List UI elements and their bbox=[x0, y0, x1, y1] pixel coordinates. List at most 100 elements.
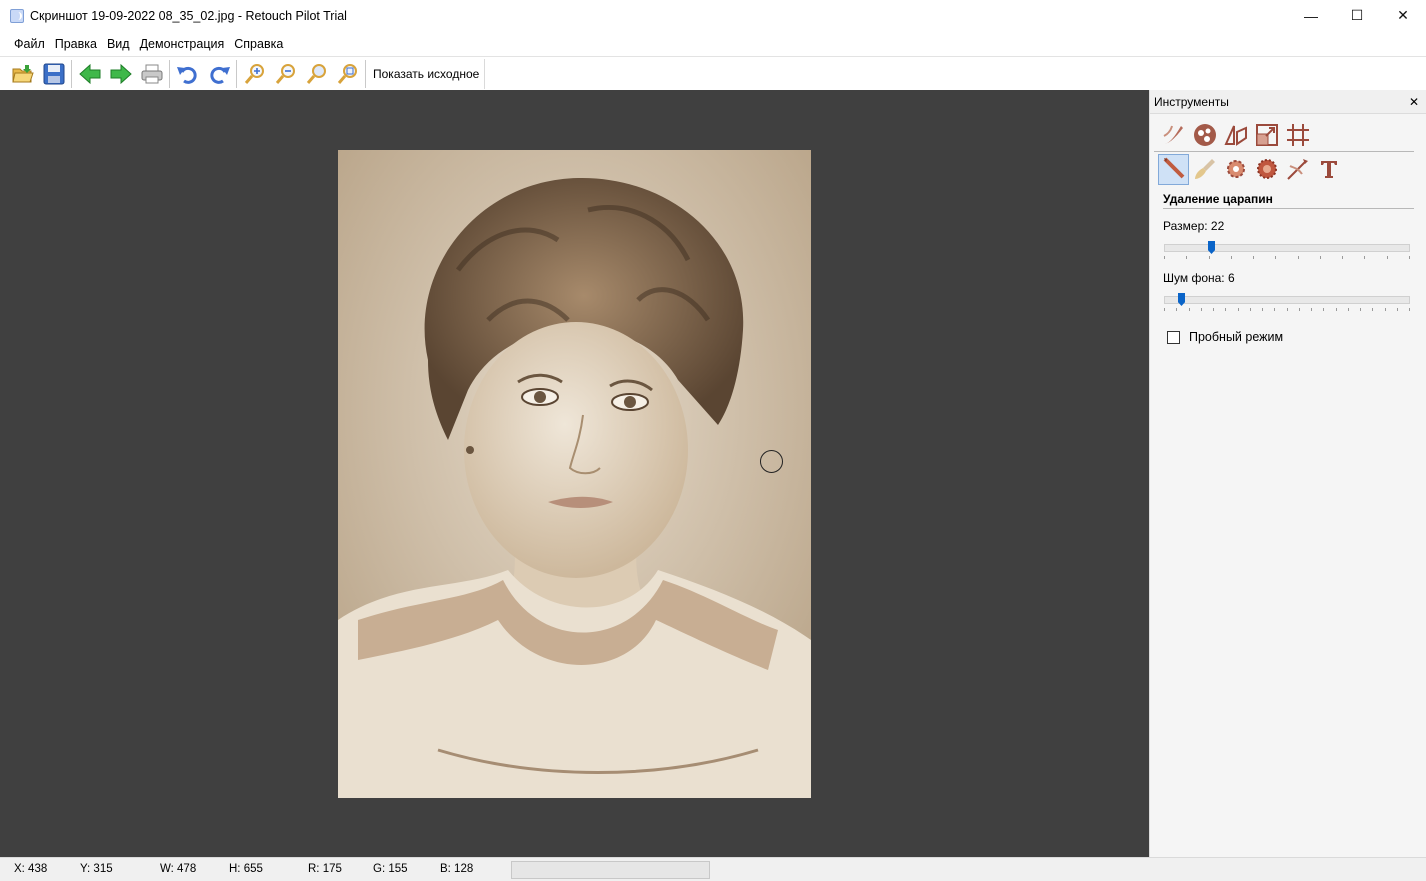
status-width: W: 478 bbox=[160, 863, 197, 875]
noise-slider-thumb[interactable] bbox=[1178, 293, 1185, 306]
tick bbox=[1347, 308, 1349, 311]
zoom-in-icon[interactable] bbox=[239, 59, 270, 89]
tick bbox=[1298, 308, 1300, 311]
open-folder-icon[interactable] bbox=[7, 59, 38, 89]
menu-file[interactable]: Файл bbox=[9, 37, 50, 51]
tick bbox=[1274, 308, 1276, 311]
toolbar: Показать исходное bbox=[0, 56, 1426, 90]
undo-icon[interactable] bbox=[172, 59, 203, 89]
scratch-removal-icon[interactable] bbox=[1158, 153, 1189, 185]
minimize-button[interactable]: — bbox=[1288, 0, 1334, 31]
tick bbox=[1409, 308, 1410, 311]
menu-edit[interactable]: Правка bbox=[50, 37, 102, 51]
tick bbox=[1237, 308, 1239, 311]
tick bbox=[1342, 256, 1344, 259]
tick bbox=[1372, 308, 1374, 311]
tick bbox=[1213, 308, 1214, 311]
tick bbox=[1249, 308, 1251, 311]
tools-panel-title: Инструменты bbox=[1154, 94, 1229, 109]
toolbar-separator bbox=[365, 59, 366, 88]
tick bbox=[1396, 308, 1398, 311]
tick bbox=[1208, 256, 1210, 259]
redo-icon[interactable] bbox=[203, 59, 234, 89]
toolbar-separator bbox=[236, 59, 237, 88]
photo[interactable] bbox=[338, 150, 811, 798]
forward-arrow-icon[interactable] bbox=[105, 59, 136, 89]
image-canvas[interactable] bbox=[0, 90, 1149, 857]
tick bbox=[1364, 256, 1366, 259]
menu-demo[interactable]: Демонстрация bbox=[135, 37, 230, 51]
status-height: H: 655 bbox=[229, 863, 263, 875]
size-slider-track bbox=[1164, 244, 1410, 252]
retouch-brush-icon[interactable] bbox=[1158, 119, 1189, 150]
status-x: X: 438 bbox=[14, 863, 48, 875]
tick bbox=[1408, 256, 1410, 259]
maximize-button[interactable]: ☐ bbox=[1334, 0, 1380, 31]
defect-fix-icon[interactable] bbox=[1220, 154, 1251, 185]
retouch-pilot-window: Скриншот 19-09-2022 08_35_02.jpg - Retou… bbox=[0, 0, 1426, 881]
menu-view[interactable]: Вид bbox=[102, 37, 135, 51]
tick bbox=[1323, 308, 1325, 311]
tick bbox=[1176, 308, 1178, 311]
menu-bar: Файл Правка Вид Демонстрация Справка bbox=[0, 31, 1426, 56]
status-green: G: 155 bbox=[373, 863, 408, 875]
noise-label: Шум фона: 6 bbox=[1163, 271, 1235, 285]
print-icon[interactable] bbox=[136, 59, 167, 89]
tick bbox=[1230, 256, 1232, 259]
crop-grid-icon[interactable] bbox=[1282, 119, 1313, 150]
brush-cursor bbox=[760, 450, 783, 473]
active-tool-title: Удаление царапин bbox=[1163, 192, 1414, 209]
tick bbox=[1311, 308, 1312, 311]
noise-slider[interactable] bbox=[1164, 291, 1410, 313]
stamp-icon[interactable] bbox=[1251, 154, 1282, 185]
trial-mode-row[interactable]: Пробный режим bbox=[1167, 330, 1426, 344]
tick bbox=[1275, 256, 1277, 259]
tool-row bbox=[1150, 152, 1426, 186]
noise-slider-track bbox=[1164, 296, 1410, 304]
tick bbox=[1384, 308, 1386, 311]
tick bbox=[1188, 308, 1190, 311]
tool-category-row bbox=[1154, 118, 1414, 152]
tick bbox=[1225, 308, 1227, 311]
zoom-fit-icon[interactable] bbox=[301, 59, 332, 89]
size-label: Размер: 22 bbox=[1163, 219, 1225, 233]
size-slider-thumb[interactable] bbox=[1208, 241, 1215, 254]
zoom-out-icon[interactable] bbox=[270, 59, 301, 89]
tick bbox=[1200, 308, 1202, 311]
show-original-button[interactable]: Показать исходное bbox=[368, 58, 486, 89]
trial-mode-checkbox[interactable] bbox=[1167, 330, 1180, 344]
zoom-actual-icon[interactable] bbox=[332, 59, 363, 89]
menu-help[interactable]: Справка bbox=[229, 37, 288, 51]
brush-icon[interactable] bbox=[1189, 154, 1220, 185]
noise-slider-ticks bbox=[1164, 308, 1410, 312]
tools-panel: Инструменты ✕ Удаление царапин Размер: 2… bbox=[1149, 90, 1426, 857]
perspective-icon[interactable] bbox=[1220, 119, 1251, 150]
status-blue: B: 128 bbox=[440, 863, 474, 875]
size-slider[interactable] bbox=[1164, 239, 1410, 261]
window-title: Скриншот 19-09-2022 08_35_02.jpg - Retou… bbox=[30, 8, 347, 23]
text-icon[interactable] bbox=[1313, 154, 1344, 185]
back-arrow-icon[interactable] bbox=[74, 59, 105, 89]
tick bbox=[1164, 256, 1165, 259]
toolbar-separator bbox=[71, 59, 72, 88]
tick bbox=[1335, 308, 1337, 311]
tick bbox=[1286, 308, 1288, 311]
title-bar: Скриншот 19-09-2022 08_35_02.jpg - Retou… bbox=[0, 0, 1426, 31]
toolbar-separator bbox=[169, 59, 170, 88]
resize-icon[interactable] bbox=[1251, 119, 1282, 150]
status-progress-bar bbox=[511, 861, 710, 879]
status-y: Y: 315 bbox=[80, 863, 113, 875]
save-icon[interactable] bbox=[38, 59, 69, 89]
tick bbox=[1386, 256, 1388, 259]
smudge-icon[interactable] bbox=[1282, 154, 1313, 185]
window-controls: — ☐ ✕ bbox=[1288, 0, 1426, 31]
status-bar: X: 438 Y: 315 W: 478 H: 655 R: 175 G: 15… bbox=[0, 857, 1426, 881]
color-wheel-icon[interactable] bbox=[1189, 119, 1220, 150]
tick bbox=[1319, 256, 1321, 259]
close-icon[interactable]: ✕ bbox=[1409, 95, 1419, 109]
tools-panel-header: Инструменты ✕ bbox=[1150, 90, 1426, 114]
tick bbox=[1253, 256, 1255, 259]
tick bbox=[1262, 308, 1263, 311]
close-button[interactable]: ✕ bbox=[1380, 0, 1426, 31]
status-red: R: 175 bbox=[308, 863, 342, 875]
